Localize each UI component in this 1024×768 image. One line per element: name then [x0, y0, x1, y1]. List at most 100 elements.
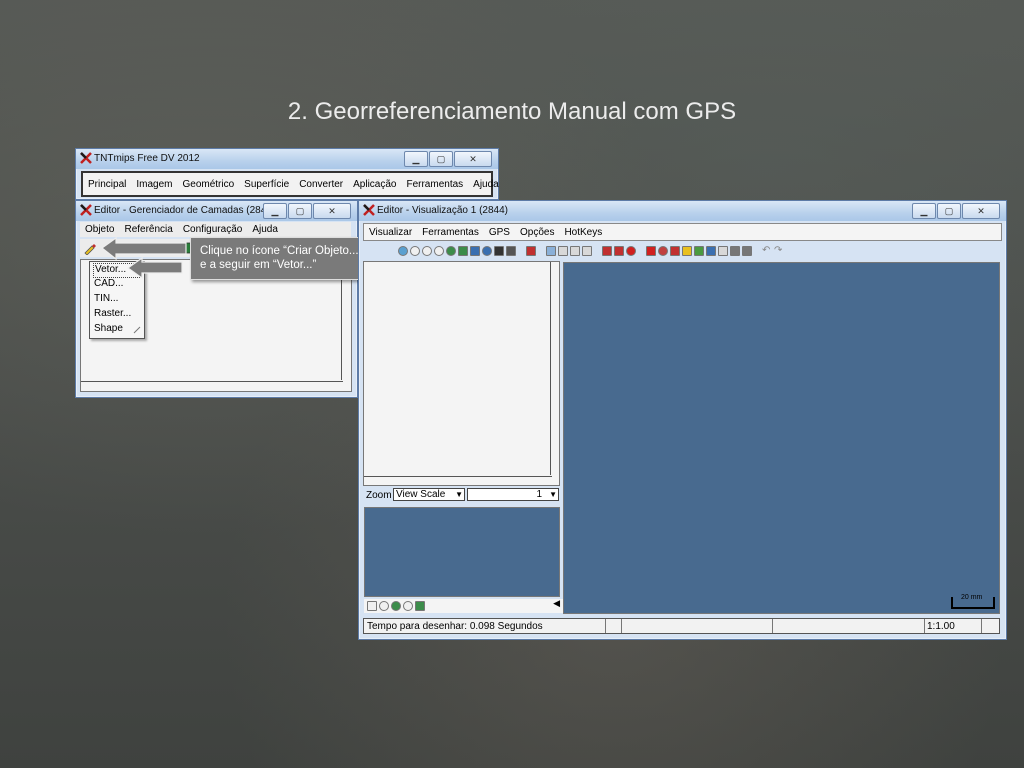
- slide-title: 2. Georreferenciamento Manual com GPS: [287, 98, 737, 125]
- minimize-icon[interactable]: ▁: [404, 151, 428, 167]
- view-layer-panel[interactable]: [363, 261, 560, 486]
- legend-icon[interactable]: [367, 601, 377, 611]
- maximize-icon[interactable]: ▢: [288, 203, 312, 219]
- next-icon[interactable]: [614, 246, 624, 256]
- zoom-box-icon[interactable]: [391, 601, 401, 611]
- zoom-in-icon[interactable]: [422, 246, 432, 256]
- menu-geometrico[interactable]: Geométrico: [177, 179, 239, 190]
- menu-ferramentas[interactable]: Ferramentas: [417, 227, 484, 238]
- main-title-bar[interactable]: TNTmips Free DV 2012 ▁ ▢ ✕: [76, 149, 498, 169]
- layer-manager-title-bar[interactable]: Editor - Gerenciador de Camadas (2844) ▁…: [76, 201, 357, 221]
- layer-list-horizontal-scrollbar[interactable]: [81, 381, 343, 390]
- arrow-to-vetor-item: [126, 256, 183, 280]
- full-view-icon[interactable]: [415, 601, 425, 611]
- dropdown-item-shape[interactable]: Shape: [94, 323, 123, 334]
- zoom-out-icon[interactable]: [403, 601, 413, 611]
- globe-icon[interactable]: [482, 246, 492, 256]
- status-divider: [605, 619, 622, 633]
- paste-icon[interactable]: [742, 246, 752, 256]
- status-divider: [924, 619, 925, 633]
- add-point-icon[interactable]: [570, 246, 580, 256]
- undo-icon[interactable]: ↶: [762, 246, 772, 256]
- zoom-box-icon[interactable]: [446, 246, 456, 256]
- full-view-icon[interactable]: [458, 246, 468, 256]
- close-icon[interactable]: ✕: [454, 151, 492, 167]
- tntmips-app-icon: [363, 204, 375, 216]
- tntmips-app-icon: [80, 152, 92, 164]
- refresh-icon[interactable]: [470, 246, 480, 256]
- view-title-bar[interactable]: Editor - Visualização 1 (2844) ▁ ▢ ✕: [359, 201, 1006, 221]
- main-window-title: TNTmips Free DV 2012: [94, 153, 200, 164]
- tntmips-main-window: TNTmips Free DV 2012 ▁ ▢ ✕ Principal Ima…: [75, 148, 499, 200]
- menu-converter[interactable]: Converter: [294, 179, 348, 190]
- dropdown-item-tin[interactable]: TIN...: [94, 293, 118, 304]
- help-icon[interactable]: [582, 246, 592, 256]
- tntmips-app-icon: [80, 204, 92, 216]
- view-toolbar: ↶ ↷: [395, 242, 888, 260]
- locator-icon[interactable]: [506, 246, 516, 256]
- menu-superficie[interactable]: Superfície: [239, 179, 294, 190]
- zoom-out-icon[interactable]: [434, 246, 444, 256]
- copy-icon[interactable]: [730, 246, 740, 256]
- status-bar: Tempo para desenhar: 0.098 Segundos 1:1.…: [363, 618, 1000, 634]
- overview-panel[interactable]: [364, 507, 560, 597]
- view-layer-vertical-scrollbar[interactable]: [550, 262, 559, 475]
- zoom-label: Zoom: [366, 490, 392, 501]
- select-icon[interactable]: [546, 246, 556, 256]
- gps-icon[interactable]: [646, 246, 656, 256]
- add-layer-icon[interactable]: [526, 246, 536, 256]
- menu-ajuda[interactable]: Ajuda: [468, 179, 504, 190]
- menu-imagem[interactable]: Imagem: [131, 179, 177, 190]
- create-object-icon[interactable]: [83, 241, 97, 255]
- arrow-to-create-object-icon: [100, 236, 187, 261]
- raster-icon[interactable]: [706, 246, 716, 256]
- menu-ferramentas[interactable]: Ferramentas: [401, 179, 468, 190]
- zoom-scale-select[interactable]: View Scale ▼: [393, 488, 465, 501]
- status-text: Tempo para desenhar: 0.098 Segundos: [367, 621, 543, 632]
- overview-toolbar: ◀: [364, 599, 563, 613]
- redo-icon[interactable]: ↷: [774, 246, 784, 256]
- tutorial-arrows: [100, 236, 187, 280]
- menu-aplicacao[interactable]: Aplicação: [348, 179, 401, 190]
- menu-principal[interactable]: Principal: [83, 179, 131, 190]
- pointer-icon[interactable]: [670, 246, 680, 256]
- menu-hotkeys[interactable]: HotKeys: [559, 227, 607, 238]
- close-icon[interactable]: ✕: [313, 203, 351, 219]
- minimize-icon[interactable]: ▁: [263, 203, 287, 219]
- menu-visualizar[interactable]: Visualizar: [364, 227, 417, 238]
- zoom-scale-select-value: View Scale: [396, 489, 446, 500]
- chevron-down-icon: ▼: [549, 490, 557, 499]
- view-window-title: Editor - Visualização 1 (2844): [377, 205, 508, 216]
- sketch-icon[interactable]: [694, 246, 704, 256]
- chevron-down-icon: ▼: [455, 490, 463, 499]
- layer-manager-title: Editor - Gerenciador de Camadas (2844): [94, 205, 276, 216]
- menu-gps[interactable]: GPS: [484, 227, 515, 238]
- status-divider: [981, 619, 982, 633]
- edit-icon[interactable]: [682, 246, 692, 256]
- close-icon[interactable]: ✕: [962, 203, 1000, 219]
- measure-icon[interactable]: [558, 246, 568, 256]
- minimize-icon[interactable]: ▁: [912, 203, 936, 219]
- scale-bar-label: 20 mm: [961, 594, 983, 601]
- menu-opcoes[interactable]: Opções: [515, 227, 559, 238]
- maximize-icon[interactable]: ▢: [429, 151, 453, 167]
- menu-ajuda[interactable]: Ajuda: [247, 224, 283, 235]
- submenu-arrow-icon: [133, 326, 141, 334]
- search-icon[interactable]: [658, 246, 668, 256]
- binoculars-icon[interactable]: [494, 246, 504, 256]
- previous-icon[interactable]: [602, 246, 612, 256]
- pan-icon[interactable]: [398, 246, 408, 256]
- dropdown-item-raster[interactable]: Raster...: [94, 308, 131, 319]
- stop-icon[interactable]: [626, 246, 636, 256]
- cut-icon[interactable]: [718, 246, 728, 256]
- maximize-icon[interactable]: ▢: [937, 203, 961, 219]
- zoom-value: 1: [536, 489, 542, 500]
- zoom-value-field[interactable]: 1 ▼: [467, 488, 559, 501]
- view-window: Editor - Visualização 1 (2844) ▁ ▢ ✕ Vis…: [358, 200, 1007, 640]
- zoom-extent-icon[interactable]: [410, 246, 420, 256]
- collapse-arrow-icon[interactable]: ◀: [553, 599, 560, 609]
- zoom-in-icon[interactable]: [379, 601, 389, 611]
- view-layer-horizontal-scrollbar[interactable]: [364, 476, 552, 485]
- status-scale: 1:1.00: [927, 621, 955, 632]
- view-canvas[interactable]: 20 mm: [563, 262, 1000, 614]
